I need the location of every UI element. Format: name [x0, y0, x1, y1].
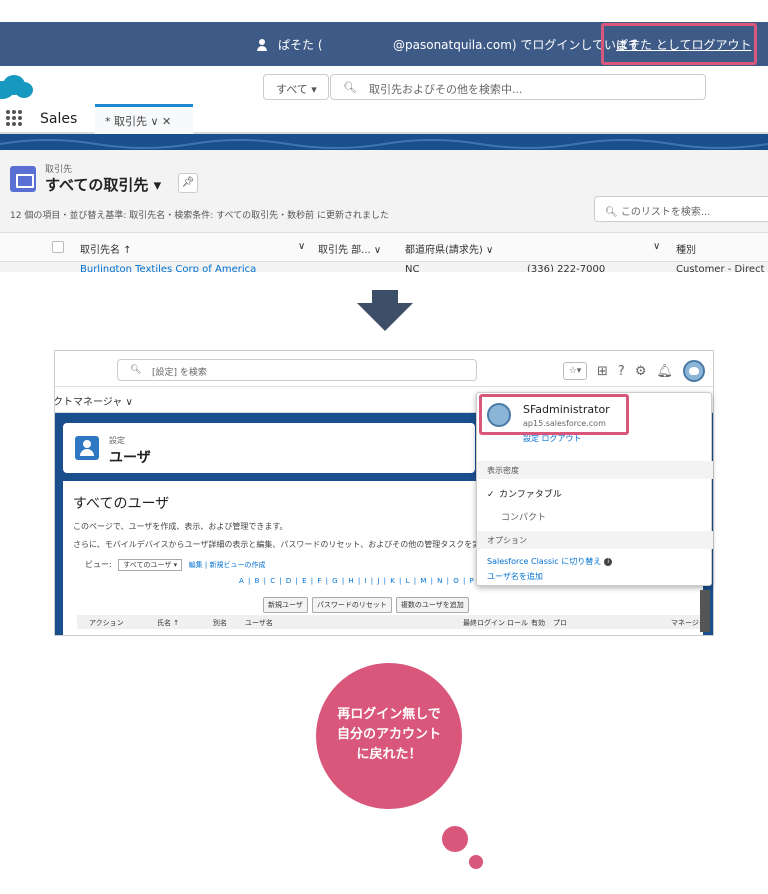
- app-nav: Sales * 取引先 ∨ ✕: [0, 104, 768, 134]
- down-arrow-icon: [357, 303, 413, 331]
- density-comfy-option[interactable]: ✓ カンファタブル: [487, 487, 562, 500]
- top-screenshot: ぱそた ( @pasonatquila.com) でログインしています ぱそた …: [0, 0, 768, 272]
- check-icon: ✓: [487, 490, 495, 500]
- row-type: Customer - Direct: [676, 264, 765, 272]
- list-meta: 12 個の項目・並び替え基準: 取引先名・検索条件: すべての取引先・数秒前 に…: [10, 211, 389, 221]
- setup-search-input[interactable]: 🔍︎ [設定] を検索: [117, 359, 477, 381]
- view-label: ビュー:: [85, 560, 112, 569]
- density-comfy-label: カンファタブル: [499, 490, 562, 500]
- object-manager-tab[interactable]: クトマネージャ ∨: [55, 393, 133, 408]
- view-links[interactable]: 編集 | 新規ビューの作成: [189, 561, 266, 569]
- reset-password-button[interactable]: パスワードのリセット: [311, 597, 392, 613]
- callout-line-3: に戻れた！: [356, 747, 422, 762]
- col-role[interactable]: ロール: [507, 618, 528, 628]
- switch-classic-label: Salesforce Classic に切り替え: [487, 557, 602, 566]
- info-icon: i: [604, 557, 613, 566]
- col-username[interactable]: ユーザ名: [245, 618, 273, 628]
- density-compact-option[interactable]: コンパクト: [501, 510, 546, 523]
- view-select[interactable]: すべてのユーザ ▾: [118, 559, 183, 571]
- search-icon: 🔍︎: [343, 81, 357, 94]
- search-icon: 🔍︎: [130, 365, 142, 375]
- favorites-icon[interactable]: ☆▾: [563, 362, 587, 380]
- add-icon[interactable]: ⊞: [597, 364, 608, 379]
- setup-search-placeholder: [設定] を検索: [152, 368, 207, 378]
- banner-user-name: ぱそた (: [278, 38, 323, 52]
- users-heading: すべてのユーザ: [73, 496, 170, 512]
- person-icon: [256, 38, 268, 51]
- col-alias[interactable]: 別名: [213, 618, 227, 628]
- gear-icon[interactable]: ⚙: [635, 364, 647, 379]
- switch-classic-link[interactable]: Salesforce Classic に切り替え i: [487, 556, 613, 567]
- setup-header: 🔍︎ [設定] を検索 ☆▾ ⊞ ? ⚙ 🔔︎: [55, 351, 713, 387]
- list-view-title[interactable]: すべての取引先 ▾: [45, 174, 161, 195]
- callout-dot-small: [469, 855, 483, 869]
- density-section-header: 表示密度: [477, 461, 713, 479]
- view-selector: ビュー: すべてのユーザ ▾ 編集 | 新規ビューの作成: [85, 559, 265, 571]
- row-phone: (336) 222-7000: [527, 264, 606, 272]
- table-row: Burlington Textiles Corp of America NC (…: [0, 262, 768, 272]
- list-column-headers: 取引先名 ↑ ∨ 取引先 部... ∨ 都道府県(請求先) ∨ ∨ 種別: [0, 232, 768, 262]
- callout-dot-large: [442, 826, 468, 852]
- app-name: Sales: [40, 111, 78, 127]
- account-name-link[interactable]: Burlington Textiles Corp of America: [80, 264, 256, 272]
- header-icons: ☆▾ ⊞ ? ⚙ 🔔︎: [563, 360, 705, 382]
- col-last-login[interactable]: 最終ログイン: [463, 618, 505, 628]
- setup-page-header: 設定 ユーザ: [63, 423, 475, 473]
- callout-line-1: 再ログイン無しで: [337, 707, 441, 722]
- scrollbar[interactable]: [700, 590, 710, 632]
- column-header-state[interactable]: 都道府県(請求先) ∨: [405, 241, 493, 256]
- callout-line-2: 自分のアカウント: [336, 727, 441, 742]
- column-header-type[interactable]: 種別: [676, 241, 696, 256]
- pin-icon[interactable]: 📌︎: [178, 173, 198, 193]
- user-icon: [75, 436, 99, 460]
- column-header-name[interactable]: 取引先名 ↑: [80, 241, 132, 256]
- list-view-header: 取引先 すべての取引先 ▾ 📌︎ 12 個の項目・並び替え基準: 取引先名・検索…: [0, 150, 768, 272]
- add-multiple-users-button[interactable]: 複数のユーザを追加: [395, 597, 469, 613]
- list-search-placeholder: このリストを検索...: [620, 207, 711, 218]
- callout-bubble: 再ログイン無しで 自分のアカウント に戻れた！: [316, 663, 462, 809]
- down-arrow-stem: [372, 290, 398, 304]
- new-user-button[interactable]: 新規ユーザ: [263, 597, 308, 613]
- search-icon: 🔍︎: [605, 207, 621, 218]
- users-description-1: このページで、ユーザを作成、表示、および管理できます。: [73, 522, 288, 531]
- user-avatar-button[interactable]: [682, 360, 705, 382]
- global-header: すべて ▾ 🔍︎ 取引先およびその他を検索中...: [0, 66, 768, 104]
- account-object-icon: [10, 166, 36, 192]
- help-icon[interactable]: ?: [618, 364, 625, 379]
- col-name[interactable]: 氏名 ↑: [157, 618, 179, 628]
- col-action: アクション: [89, 619, 124, 627]
- column-header-menu-2[interactable]: ∨: [653, 241, 660, 252]
- col-active[interactable]: 有効: [531, 618, 545, 628]
- global-search-input[interactable]: 🔍︎ 取引先およびその他を検索中...: [330, 74, 706, 100]
- global-search-placeholder: 取引先およびその他を検索中...: [369, 83, 523, 96]
- select-all-checkbox[interactable]: [52, 241, 64, 253]
- profile-highlight-box: [479, 394, 629, 435]
- column-header-site[interactable]: 取引先 部... ∨: [318, 241, 381, 256]
- app-launcher-icon[interactable]: [6, 110, 22, 126]
- users-table-header: アクション 氏名 ↑ 別名 ユーザ名 最終ログイン ロール 有効 プロ マネージ…: [77, 615, 707, 629]
- bell-icon[interactable]: 🔔︎: [656, 364, 673, 379]
- add-username-link[interactable]: ユーザ名を追加: [487, 571, 543, 582]
- col-profile[interactable]: プロ: [553, 618, 567, 628]
- tab-accounts[interactable]: * 取引先 ∨ ✕: [95, 104, 193, 134]
- search-scope-select[interactable]: すべて ▾: [263, 74, 329, 100]
- banner-user: ぱそた (: [256, 36, 323, 53]
- setup-page-title: ユーザ: [109, 450, 151, 466]
- salesforce-logo-icon: [0, 75, 33, 99]
- list-search-input[interactable]: 🔍︎ このリストを検索...: [594, 196, 768, 222]
- header-wave-pattern: [0, 134, 768, 150]
- column-header-menu[interactable]: ∨: [298, 241, 305, 252]
- user-actions: 新規ユーザ パスワードのリセット 複数のユーザを追加: [263, 597, 469, 613]
- options-section-header: オプション: [477, 531, 713, 549]
- logout-highlight-box: [601, 23, 757, 65]
- setup-breadcrumb: 設定: [109, 436, 125, 445]
- row-state: NC: [405, 264, 420, 272]
